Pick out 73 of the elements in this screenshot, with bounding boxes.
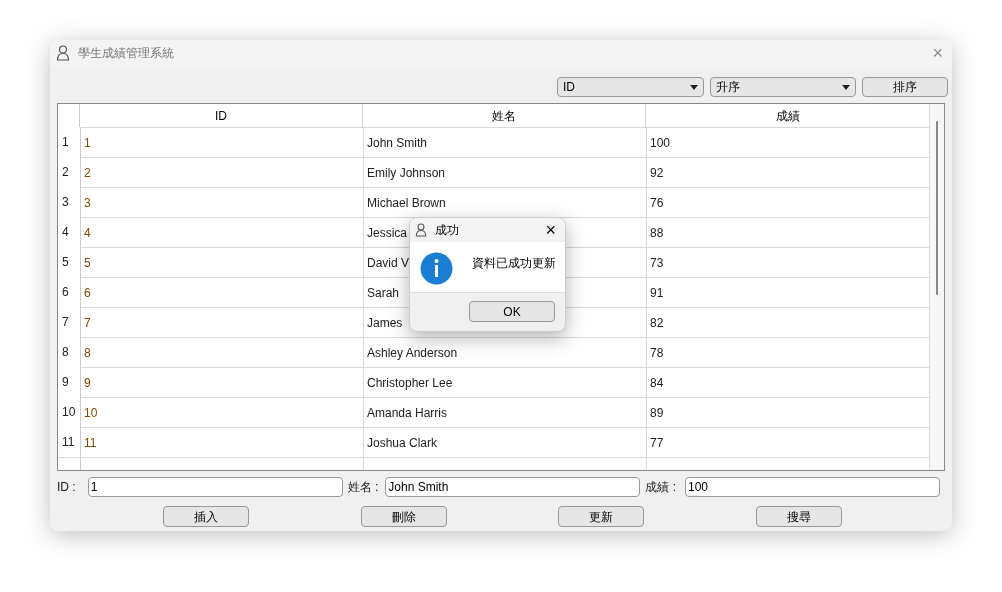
action-button[interactable]: 刪除 (361, 506, 447, 527)
table-cell-text: Jessica (367, 224, 407, 242)
sort-button[interactable]: 排序 (862, 77, 948, 97)
table-cell-text: Michael Brown (367, 194, 446, 212)
table-cell-text: 84 (650, 374, 664, 392)
table-cell-text: 100 (650, 134, 671, 152)
row-number: 3 (62, 194, 69, 211)
row-number: 2 (62, 164, 69, 181)
input-field[interactable]: 100 (685, 477, 940, 497)
close-button[interactable]: × (545, 221, 556, 239)
action-button[interactable]: 搜尋 (756, 506, 842, 527)
table-cell-text: Emily Johnson (367, 164, 446, 182)
column-header[interactable]: ID (215, 106, 227, 125)
table-cell-text: 1 (84, 134, 91, 152)
table-cell-text: 9 (84, 374, 91, 392)
row-number: 5 (62, 254, 69, 271)
table-cell-text: 2 (84, 164, 91, 182)
action-button[interactable]: 更新 (558, 506, 644, 527)
user-icon (415, 223, 427, 237)
table-cell-text: 11 (84, 434, 97, 452)
table-cell-text: 78 (650, 344, 664, 362)
table-cell-text: 6 (84, 284, 91, 302)
column-header[interactable]: 成績 (775, 106, 800, 125)
table-cell-text: 92 (650, 164, 664, 182)
table-cell-text: Joshua Clark (367, 434, 438, 452)
row-number: 7 (62, 314, 69, 331)
table-cell-text: 4 (84, 224, 91, 242)
row-number: 10 (62, 404, 76, 421)
table-cell-text: Christopher Lee (367, 374, 453, 392)
dialog-message: 資料已成功更新 (472, 255, 556, 272)
scrollbar[interactable] (930, 104, 944, 470)
row-number: 4 (62, 224, 69, 241)
sort-field-dropdown[interactable]: ID (557, 77, 704, 97)
row-number: 1 (62, 134, 69, 151)
table-cell-text: 89 (650, 404, 664, 422)
field-label: 成績 : (645, 479, 676, 496)
row-number: 9 (62, 374, 69, 391)
dropdown-value: ID (563, 79, 576, 96)
action-button[interactable]: 插入 (163, 506, 249, 527)
row-number: 8 (62, 344, 69, 361)
input-field[interactable]: 1 (87, 477, 343, 497)
table-cell-text: David V (367, 254, 410, 272)
column-header[interactable]: 姓名 (492, 106, 516, 125)
table-cell-text: Amanda Harris (367, 404, 448, 422)
table-cell-text: 8 (84, 344, 91, 362)
window-title: 學生成績管理系統 (78, 45, 174, 62)
sort-order-dropdown[interactable]: 升序 (710, 77, 856, 97)
ok-button[interactable]: OK (469, 301, 555, 322)
info-icon (420, 252, 453, 285)
table-cell-text: 91 (650, 284, 664, 302)
table-cell-text: 7 (84, 314, 91, 332)
caret-icon (842, 84, 850, 90)
table-cell-text: 76 (650, 194, 664, 212)
dialog-title: 成功 (435, 222, 459, 239)
table-cell-text: 5 (84, 254, 91, 272)
row-number: 11 (62, 434, 75, 451)
user-icon (56, 45, 70, 61)
table-cell-text: 77 (650, 434, 664, 452)
table-cell-text: James (367, 314, 403, 332)
input-field[interactable]: John Smith (385, 477, 641, 497)
field-label: 姓名 : (347, 479, 379, 496)
table-cell-text: 10 (84, 404, 98, 422)
table-cell-text: Ashley Anderson (367, 344, 458, 362)
table-cell-text: 82 (650, 314, 664, 332)
table-cell-text: 3 (84, 194, 91, 212)
table-cell-text: John Smith (367, 134, 428, 152)
table-cell-text: 73 (650, 254, 664, 272)
table-cell-text: Sarah (367, 284, 400, 302)
table-cell-text: 88 (650, 224, 664, 242)
row-number: 6 (62, 284, 69, 301)
dropdown-value: 升序 (716, 79, 741, 96)
caret-icon (690, 84, 698, 90)
field-label: ID : (57, 479, 76, 496)
